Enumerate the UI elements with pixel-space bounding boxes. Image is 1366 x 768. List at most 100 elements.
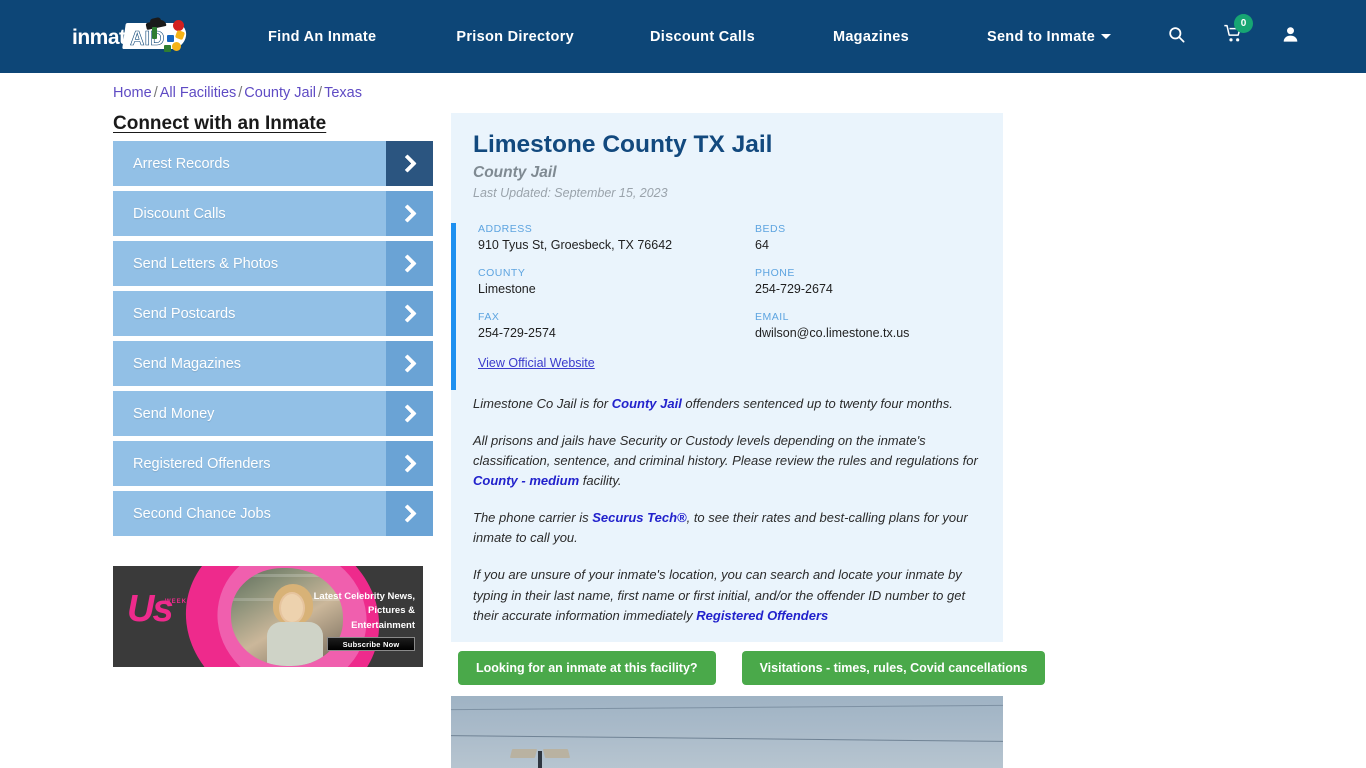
sidebar-item-arrest-records[interactable]: Arrest Records [113,141,433,186]
sidebar-item-second-chance-jobs[interactable]: Second Chance Jobs [113,491,433,536]
breadcrumb-separator: / [316,85,324,101]
link-securus-tech[interactable]: Securus Tech® [592,510,686,525]
detail-label: FAX [478,311,755,323]
search-icon[interactable] [1167,25,1186,49]
chevron-right-icon [386,141,433,186]
paragraph-text: All prisons and jails have Security or C… [473,433,978,468]
sidebar-item-send-magazines[interactable]: Send Magazines [113,341,433,386]
find-inmate-button[interactable]: Looking for an inmate at this facility? [458,651,716,685]
ad-brand-logo: Us [127,590,172,628]
lamp-pole [538,751,542,768]
sidebar-item-send-money[interactable]: Send Money [113,391,433,436]
link-county-jail[interactable]: County Jail [612,396,682,411]
detail-value: 254-729-2674 [755,282,1003,296]
chevron-right-icon [386,391,433,436]
sidebar-item-label: Send Magazines [113,356,241,372]
logo-figure-body-icon [152,27,157,39]
chevron-right-icon [386,241,433,286]
chevron-right-icon [386,441,433,486]
chevron-right-icon [386,191,433,236]
paragraph-text: facility. [579,473,621,488]
paragraph-text: Limestone Co Jail is for [473,396,612,411]
paragraph-text: The phone carrier is [473,510,592,525]
logo-wordmark: inmate [72,27,137,48]
detail-county: COUNTY Limestone [478,267,755,296]
detail-label: BEDS [755,223,1003,235]
facility-details-grid: ADDRESS 910 Tyus St, Groesbeck, TX 76642… [478,223,1003,340]
description-paragraph-3: The phone carrier is Securus Tech®, to s… [473,508,981,548]
breadcrumb-separator: / [152,85,160,101]
detail-address: ADDRESS 910 Tyus St, Groesbeck, TX 76642 [478,223,755,252]
street-lamp-right [543,749,570,758]
sidebar-item-label: Send Money [113,406,214,422]
ad-subscribe-button[interactable]: Subscribe Now [327,637,415,651]
sidebar-item-label: Send Postcards [113,306,235,322]
site-logo[interactable]: inmate AID [72,17,200,57]
description-paragraph-1: Limestone Co Jail is for County Jail off… [473,394,981,414]
link-county-medium[interactable]: County - medium [473,473,579,488]
sidebar-item-label: Send Letters & Photos [113,256,278,272]
chevron-right-icon [386,291,433,336]
nav-item-send-to-inmate[interactable]: Send to Inmate [987,29,1111,45]
facility-details-section: ADDRESS 910 Tyus St, Groesbeck, TX 76642… [451,223,1003,372]
cart-count-badge: 0 [1234,14,1253,33]
description-paragraph-4: If you are unsure of your inmate's locat… [473,565,981,625]
logo-green-square-icon [164,45,171,52]
detail-phone: PHONE 254-729-2674 [755,267,1003,296]
sidebar-item-label: Arrest Records [113,156,230,172]
breadcrumb-item-county-jail[interactable]: County Jail [244,85,316,101]
user-account-icon[interactable] [1281,25,1300,49]
nav-item-discount-calls[interactable]: Discount Calls [650,29,755,45]
detail-fax: FAX 254-729-2574 [478,311,755,340]
logo-blue-square-icon [167,35,174,42]
visitations-button[interactable]: Visitations - times, rules, Covid cancel… [742,651,1046,685]
power-line-lower [451,735,1003,742]
sidebar-item-registered-offenders[interactable]: Registered Offenders [113,441,433,486]
sidebar-menu: Arrest Records Discount Calls Send Lette… [113,141,433,541]
facility-description: Limestone Co Jail is for County Jail off… [451,372,1003,625]
detail-value: Limestone [478,282,755,296]
advertisement-banner[interactable]: Us WEEKLY Latest Celebrity News, Picture… [113,566,423,667]
cart-icon[interactable]: 0 [1223,24,1244,49]
logo-yellow-circle-icon [172,42,181,51]
sidebar-item-send-postcards[interactable]: Send Postcards [113,291,433,336]
breadcrumb-item-home[interactable]: Home [113,85,152,101]
ad-copy-text: Latest Celebrity News, Pictures & Entert… [305,590,415,633]
breadcrumb: Home/All Facilities/County Jail/Texas [113,85,362,101]
logo-aid-text: AID [130,28,164,51]
nav-item-magazines[interactable]: Magazines [833,29,909,45]
accent-bar [451,223,456,390]
nav-item-prison-directory[interactable]: Prison Directory [456,29,574,45]
ad-brand-sub: WEEKLY [165,599,196,605]
breadcrumb-item-texas[interactable]: Texas [324,85,362,101]
chevron-down-icon [1101,34,1111,39]
nav-item-send-to-inmate-label: Send to Inmate [987,29,1095,45]
breadcrumb-item-all-facilities[interactable]: All Facilities [160,85,237,101]
sidebar-item-label: Discount Calls [113,206,226,222]
detail-value: dwilson@co.limestone.tx.us [755,326,1003,340]
main-navigation: Find An Inmate Prison Directory Discount… [268,0,1111,73]
last-updated-text: Last Updated: September 15, 2023 [473,186,1003,200]
sidebar-item-send-letters-photos[interactable]: Send Letters & Photos [113,241,433,286]
detail-beds: BEDS 64 [755,223,1003,252]
header-icon-group: 0 [1167,0,1300,73]
detail-value: 910 Tyus St, Groesbeck, TX 76642 [478,238,755,252]
detail-label: EMAIL [755,311,1003,323]
sidebar-heading: Connect with an Inmate [113,113,326,135]
link-registered-offenders[interactable]: Registered Offenders [696,608,828,623]
view-official-website-link[interactable]: View Official Website [478,356,595,370]
chevron-right-icon [386,491,433,536]
facility-exterior-photo [451,696,1003,768]
street-lamp-left [510,749,537,758]
detail-label: COUNTY [478,267,755,279]
action-button-group: Looking for an inmate at this facility? … [458,651,1045,685]
site-header: inmate AID Find An Inmate Prison Directo… [0,0,1366,73]
description-paragraph-2: All prisons and jails have Security or C… [473,431,981,491]
chevron-right-icon [386,341,433,386]
nav-item-find-an-inmate[interactable]: Find An Inmate [268,29,376,45]
detail-label: ADDRESS [478,223,755,235]
facility-header: Limestone County TX Jail County Jail Las… [451,113,1003,200]
detail-value: 64 [755,238,1003,252]
sidebar-item-discount-calls[interactable]: Discount Calls [113,191,433,236]
power-line-upper [451,705,1003,710]
